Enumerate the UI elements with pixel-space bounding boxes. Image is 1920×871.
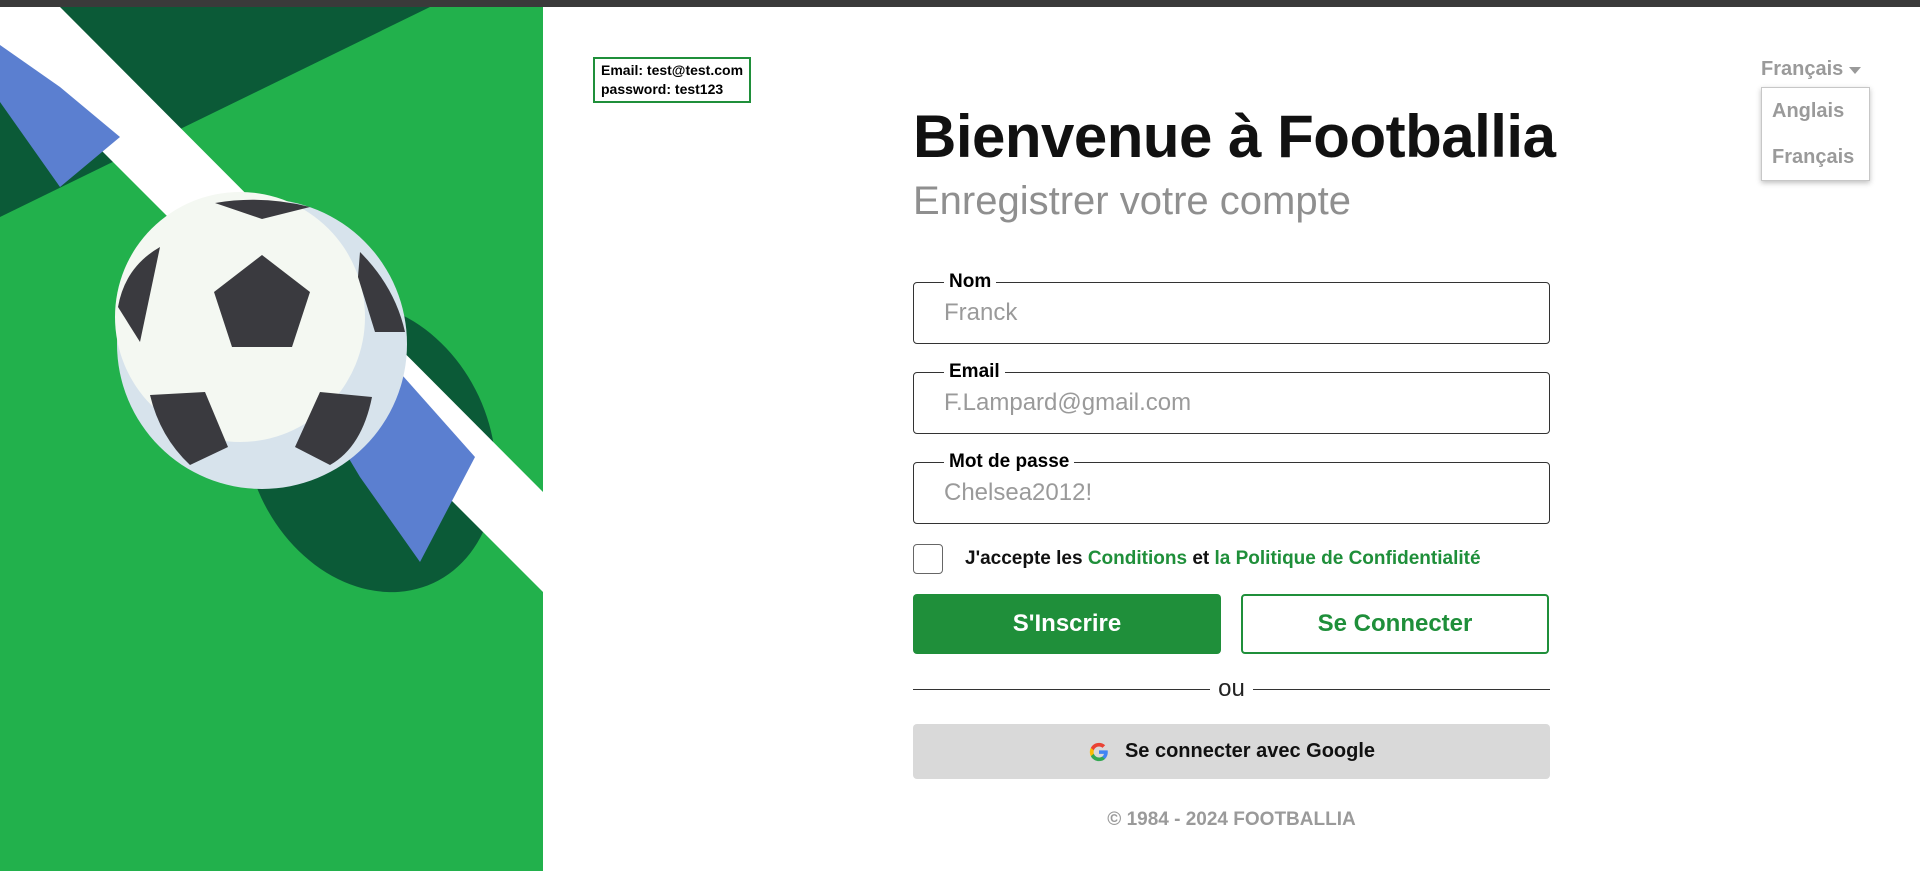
consent-prefix: J'accepte les	[965, 548, 1083, 569]
email-input[interactable]	[944, 387, 1524, 419]
email-field: Email	[913, 360, 1550, 434]
page-subtitle: Enregistrer votre compte	[913, 179, 1351, 223]
consent-text: J'accepte les Conditions et la Politique…	[965, 548, 1481, 570]
divider-line-right	[1252, 688, 1551, 690]
consent-and: et	[1192, 548, 1210, 569]
login-button[interactable]: Se Connecter	[1241, 594, 1549, 654]
password-field: Mot de passe	[913, 450, 1550, 524]
divider-line-left	[913, 688, 1211, 690]
chevron-down-icon	[1849, 67, 1862, 74]
soccer-ball-illustration	[0, 7, 543, 871]
name-input[interactable]	[944, 297, 1524, 329]
language-option-francais[interactable]: Français	[1762, 134, 1869, 180]
name-field: Nom	[913, 270, 1550, 344]
name-label: Nom	[944, 270, 997, 294]
language-option-anglais[interactable]: Anglais	[1762, 88, 1869, 134]
consent-row: J'accepte les Conditions et la Politique…	[913, 544, 1550, 574]
password-label: Mot de passe	[944, 450, 1075, 474]
page-title: Bienvenue à Footballia	[913, 103, 1556, 170]
or-divider: ou	[913, 674, 1551, 704]
signup-form-container: Bienvenue à Footballia Enregistrer votre…	[913, 100, 1556, 831]
top-bar	[0, 0, 1920, 7]
footer-copyright: © 1984 - 2024 FOOTBALLIA	[1107, 809, 1356, 830]
privacy-link[interactable]: la Politique de Confidentialité	[1215, 548, 1481, 569]
hint-email: Email: test@test.com	[601, 62, 744, 78]
demo-credentials-hint: Email: test@test.com password: test123	[593, 57, 752, 103]
signup-button[interactable]: S'Inscrire	[913, 594, 1221, 654]
google-button-label: Se connecter avec Google	[1124, 740, 1376, 762]
divider-text: ou	[1218, 675, 1245, 702]
email-label: Email	[944, 360, 1005, 384]
terms-link[interactable]: Conditions	[1088, 548, 1187, 569]
google-icon	[1089, 742, 1108, 761]
password-input[interactable]	[944, 477, 1524, 509]
language-selected: Français	[1761, 58, 1844, 80]
hero-illustration-panel	[0, 7, 543, 871]
language-menu: Anglais Français	[1761, 87, 1870, 181]
action-buttons: S'Inscrire Se Connecter	[913, 594, 1550, 654]
consent-checkbox[interactable]	[913, 544, 943, 574]
google-login-button[interactable]: Se connecter avec Google	[913, 724, 1550, 779]
language-selector[interactable]: Français	[1761, 58, 1862, 81]
hint-password: password: test123	[601, 81, 724, 97]
